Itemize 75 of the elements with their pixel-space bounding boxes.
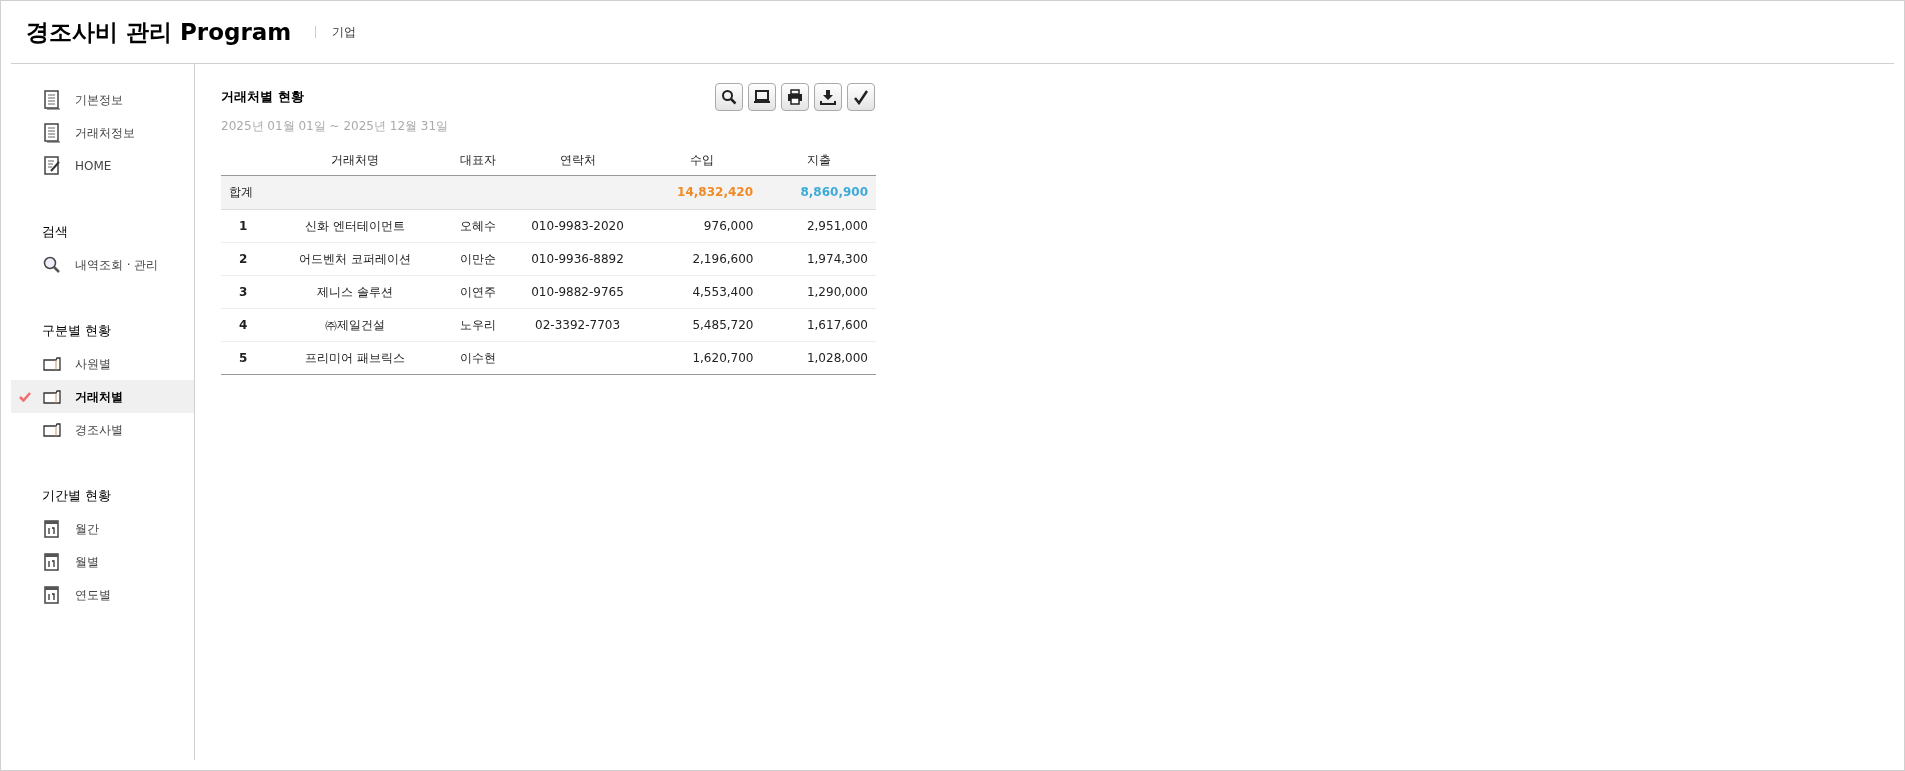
calendar-icon [43, 518, 61, 539]
sidebar-item[interactable]: 사원별 [11, 347, 194, 380]
sidebar-item[interactable]: 거래처별 [11, 380, 194, 413]
column-header: 대표자 [460, 152, 497, 167]
table-cell: 2,196,600 [692, 251, 754, 266]
table-cell: 1,617,600 [806, 317, 868, 332]
section-heading: 기간별 현황 [41, 486, 113, 505]
printer-icon [787, 89, 803, 105]
table-cell: 5,485,720 [692, 317, 754, 332]
table-cell: ㈜제일건설 [324, 317, 385, 332]
note-pencil-icon [43, 155, 61, 176]
column-header: 거래처명 [330, 152, 379, 167]
document-icon [43, 122, 61, 143]
total-label: 합계 [228, 184, 254, 201]
date-range: 2025년 01월 01일 ~ 2025년 12월 31일 [221, 118, 450, 135]
table-cell: 신화 엔터테이먼트 [304, 218, 405, 233]
table-cell: 이연주 [460, 284, 497, 299]
print-button[interactable] [781, 83, 809, 111]
sidebar-item[interactable]: HOME [11, 149, 194, 182]
table-cell: 이만순 [460, 251, 497, 266]
sidebar-item[interactable]: 기본정보 [11, 83, 194, 116]
calendar-icon [43, 584, 61, 605]
column-header: 지출 [806, 152, 831, 167]
folder-icon [43, 356, 61, 371]
table-cell: 프리미어 패브릭스 [304, 350, 405, 365]
total-expense: 8,860,900 [799, 184, 869, 201]
checkmark-icon [853, 89, 869, 105]
table-cell: 제니스 솔루션 [316, 284, 393, 299]
table-cell: 어드벤처 코퍼레이션 [298, 251, 411, 266]
table-cell: 010-9983-2020 [531, 218, 624, 233]
folder-icon [43, 422, 61, 437]
row-number: 2 [239, 251, 248, 266]
monitor-icon [754, 89, 770, 105]
table-cell: 1,028,000 [806, 350, 868, 365]
sidebar-item[interactable]: 경조사별 [11, 413, 194, 446]
row-number: 3 [239, 284, 248, 299]
sidebar-item[interactable]: 월별 [11, 545, 194, 578]
table-cell: 010-9882-9765 [531, 284, 624, 299]
table-cell: 1,974,300 [806, 251, 868, 266]
sidebar-item[interactable]: 월간 [11, 512, 194, 545]
total-income: 14,832,420 [677, 184, 754, 201]
table-cell: 이수현 [460, 350, 497, 365]
table-cell: 1,290,000 [806, 284, 868, 299]
table-cell: 4,553,400 [692, 284, 754, 299]
table-cell: 2,951,000 [806, 218, 868, 233]
section-heading: 검색 [41, 222, 69, 241]
download-icon [820, 89, 836, 105]
download-button[interactable] [814, 83, 842, 111]
calendar-icon [43, 551, 61, 572]
column-header: 연락처 [559, 152, 596, 167]
section-heading: 구분별 현황 [41, 321, 113, 340]
folder-icon [43, 389, 61, 404]
search-icon [721, 89, 737, 105]
table-cell: 976,000 [703, 218, 754, 233]
table-cell: 010-9936-8892 [531, 251, 624, 266]
sidebar-item[interactable]: 연도별 [11, 578, 194, 611]
table-cell: 오혜수 [460, 218, 497, 233]
sidebar-item[interactable]: 거래처정보 [11, 116, 194, 149]
document-icon [43, 89, 61, 110]
row-number: 1 [239, 218, 248, 233]
app-title: 경조사비 관리 Program [26, 17, 292, 47]
search-icon [43, 254, 61, 275]
table-cell: 노우리 [460, 317, 497, 332]
row-number: 4 [239, 317, 248, 332]
check-icon [19, 391, 31, 402]
row-number: 5 [239, 350, 248, 365]
app-subtitle: 기업 [332, 24, 357, 41]
table-cell: 1,620,700 [692, 350, 754, 365]
column-header: 수입 [689, 152, 714, 167]
page-title: 거래처별 현황 [221, 88, 304, 107]
table-cell: 02-3392-7703 [535, 317, 621, 332]
search-button[interactable] [715, 83, 743, 111]
check-button[interactable] [847, 83, 875, 111]
sidebar-item[interactable]: 내역조회 · 관리 [11, 248, 194, 281]
monitor-button[interactable] [748, 83, 776, 111]
